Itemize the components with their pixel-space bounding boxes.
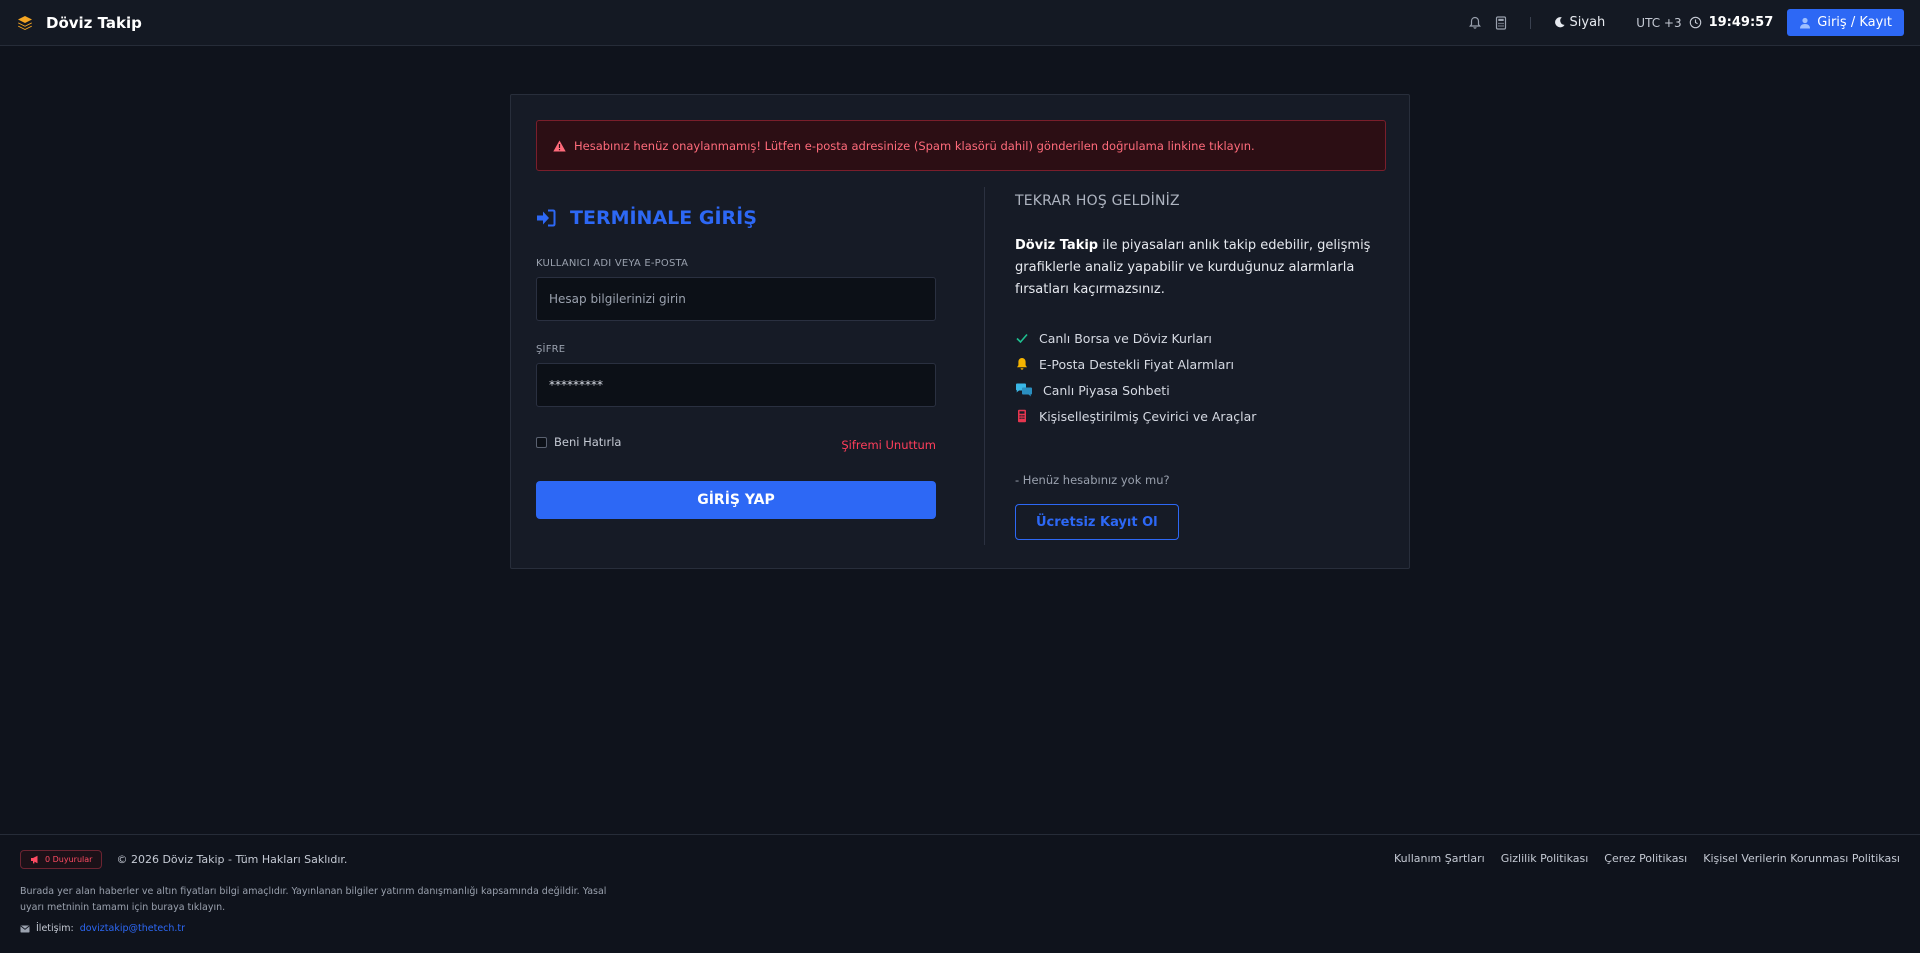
- username-label: KULLANICI ADI VEYA E-POSTA: [536, 258, 689, 269]
- legal-disclaimer[interactable]: Burada yer alan haberler ve altın fiyatl…: [20, 884, 620, 916]
- password-input[interactable]: [536, 363, 936, 407]
- welcome-brand: Döviz Takip: [1015, 238, 1099, 253]
- verification-alert: Hesabınız henüz onaylanmamış! Lütfen e-p…: [536, 120, 1386, 171]
- login-title-text: TERMİNALE GİRİŞ: [570, 207, 757, 229]
- footer-links: Kullanım Şartları Gizlilik Politikası Çe…: [1394, 852, 1900, 865]
- copyright-text: © 2026 Döviz Takip - Tüm Hakları Saklıdı…: [116, 853, 348, 866]
- stack-logo-icon: [16, 14, 34, 32]
- feature-item: E-Posta Destekli Fiyat Alarmları: [1015, 351, 1395, 377]
- column-divider: [984, 187, 985, 545]
- check-icon: [1015, 331, 1029, 345]
- top-navbar: Döviz Takip Siyah UTC +3 19:49:57 Giriş …: [0, 0, 1920, 46]
- clock-icon: [1689, 16, 1702, 29]
- announcements-button[interactable]: 0 Duyurular: [20, 850, 103, 869]
- login-title: TERMİNALE GİRİŞ: [536, 207, 936, 229]
- warning-icon: [553, 140, 566, 152]
- calculator-icon[interactable]: [1494, 15, 1508, 30]
- contact-email-link[interactable]: doviztakip@thetech.tr: [80, 923, 185, 934]
- footer: 0 Duyurular © 2026 Döviz Takip - Tüm Hak…: [0, 834, 1920, 953]
- brand-name: Döviz Takip: [46, 13, 142, 32]
- welcome-text: Döviz Takip ile piyasaları anlık takip e…: [1015, 235, 1395, 301]
- bell-icon[interactable]: [1468, 16, 1482, 30]
- theme-toggle[interactable]: Siyah: [1553, 15, 1606, 30]
- feature-label: Canlı Borsa ve Döviz Kurları: [1039, 330, 1212, 346]
- remember-me[interactable]: Beni Hatırla: [536, 435, 621, 449]
- register-button[interactable]: Ücretsiz Kayıt Ol: [1015, 504, 1179, 540]
- remember-me-label: Beni Hatırla: [554, 435, 622, 449]
- username-input[interactable]: [536, 277, 936, 321]
- bell-icon: [1015, 357, 1029, 371]
- feature-item: Canlı Piyasa Sohbeti: [1015, 377, 1395, 403]
- forgot-password-link[interactable]: Şifremi Unuttum: [841, 438, 936, 452]
- theme-label: Siyah: [1569, 15, 1606, 30]
- login-form: TERMİNALE GİRİŞ KULLANICI ADI VEYA E-POS…: [536, 185, 936, 519]
- login-register-button[interactable]: Giriş / Kayıt: [1787, 9, 1904, 36]
- clock-time: 19:49:57: [1708, 15, 1774, 30]
- contact-info: İletişim: doviztakip@thetech.tr: [20, 923, 185, 934]
- feature-label: Kişiselleştirilmiş Çevirici ve Araçlar: [1039, 408, 1257, 424]
- sign-in-icon: [536, 209, 556, 227]
- moon-icon: [1553, 16, 1566, 29]
- chat-icon: [1015, 383, 1033, 397]
- welcome-title: TEKRAR HOŞ GELDİNİZ: [1015, 193, 1180, 209]
- navbar-actions: Siyah UTC +3 19:49:57 Giriş / Kayıt: [1468, 9, 1904, 36]
- login-register-label: Giriş / Kayıt: [1817, 15, 1892, 30]
- megaphone-icon: [30, 855, 40, 864]
- cookie-link[interactable]: Çerez Politikası: [1604, 852, 1687, 865]
- contact-label: İletişim:: [36, 923, 74, 934]
- envelope-icon: [20, 925, 30, 933]
- remember-me-checkbox[interactable]: [536, 436, 547, 448]
- feature-item: Kişiselleştirilmiş Çevirici ve Araçlar: [1015, 403, 1395, 429]
- password-label: ŞİFRE: [536, 344, 566, 355]
- no-account-text: - Henüz hesabınız yok mu?: [1015, 473, 1170, 487]
- login-card: Hesabınız henüz onaylanmamış! Lütfen e-p…: [510, 94, 1410, 569]
- privacy-link[interactable]: Gizlilik Politikası: [1501, 852, 1589, 865]
- timezone-label: UTC +3: [1636, 15, 1682, 30]
- feature-item: Canlı Borsa ve Döviz Kurları: [1015, 325, 1395, 351]
- user-icon: [1799, 17, 1811, 29]
- calculator-icon: [1015, 409, 1029, 423]
- terms-link[interactable]: Kullanım Şartları: [1394, 852, 1485, 865]
- navbar-divider: [1529, 16, 1531, 29]
- login-submit-button[interactable]: GİRİŞ YAP: [536, 481, 936, 519]
- feature-label: E-Posta Destekli Fiyat Alarmları: [1039, 356, 1234, 372]
- login-options: Beni Hatırla Şifremi Unuttum: [536, 432, 936, 452]
- brand[interactable]: Döviz Takip: [16, 14, 142, 32]
- feature-list: Canlı Borsa ve Döviz Kurları E-Posta Des…: [1015, 325, 1395, 429]
- welcome-panel: TEKRAR HOŞ GELDİNİZ Döviz Takip ile piya…: [1015, 187, 1395, 540]
- kvkk-link[interactable]: Kişisel Verilerin Korunması Politikası: [1703, 852, 1900, 865]
- footer-left: 0 Duyurular © 2026 Döviz Takip - Tüm Hak…: [20, 850, 347, 869]
- alert-message: Hesabınız henüz onaylanmamış! Lütfen e-p…: [574, 138, 1255, 153]
- announcements-label: 0 Duyurular: [45, 855, 93, 864]
- feature-label: Canlı Piyasa Sohbeti: [1043, 382, 1170, 398]
